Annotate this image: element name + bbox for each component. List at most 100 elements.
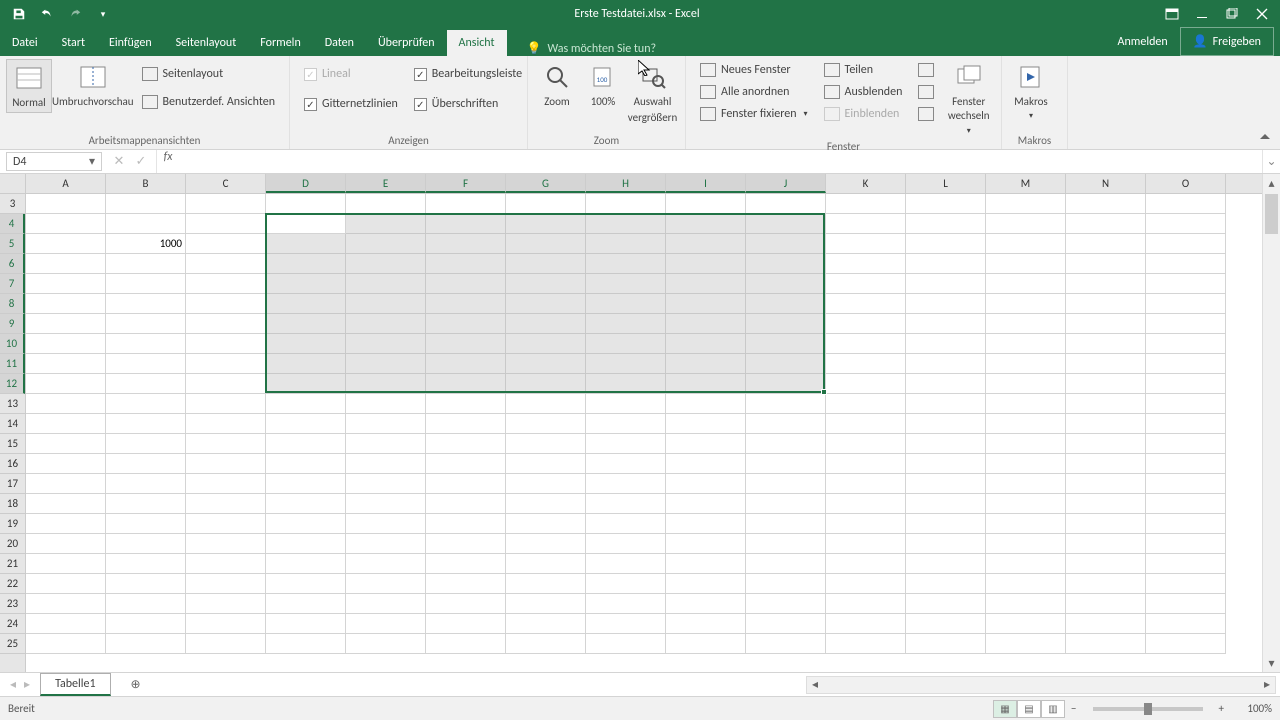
cell-M5[interactable] xyxy=(986,234,1066,254)
cell-N12[interactable] xyxy=(1066,374,1146,394)
cell-B17[interactable] xyxy=(106,474,186,494)
cell-O11[interactable] xyxy=(1146,354,1226,374)
cell-G21[interactable] xyxy=(506,554,586,574)
cell-K23[interactable] xyxy=(826,594,906,614)
cell-H9[interactable] xyxy=(586,314,666,334)
cell-J21[interactable] xyxy=(746,554,826,574)
sheet-tab[interactable]: Tabelle1 xyxy=(40,673,111,696)
col-header-O[interactable]: O xyxy=(1146,174,1226,193)
cell-M14[interactable] xyxy=(986,414,1066,434)
cell-F12[interactable] xyxy=(426,374,506,394)
cell-J12[interactable] xyxy=(746,374,826,394)
cell-H12[interactable] xyxy=(586,374,666,394)
cell-E8[interactable] xyxy=(346,294,426,314)
cell-G16[interactable] xyxy=(506,454,586,474)
view-custom[interactable]: Benutzerdef. Ansichten xyxy=(138,93,280,111)
cell-A11[interactable] xyxy=(26,354,106,374)
cell-B4[interactable] xyxy=(106,214,186,234)
cell-O17[interactable] xyxy=(1146,474,1226,494)
cell-I24[interactable] xyxy=(666,614,746,634)
cell-I9[interactable] xyxy=(666,314,746,334)
cell-A22[interactable] xyxy=(26,574,106,594)
cell-L18[interactable] xyxy=(906,494,986,514)
cell-G17[interactable] xyxy=(506,474,586,494)
cell-G5[interactable] xyxy=(506,234,586,254)
cell-D13[interactable] xyxy=(266,394,346,414)
cell-A6[interactable] xyxy=(26,254,106,274)
cell-G14[interactable] xyxy=(506,414,586,434)
minimize-button[interactable] xyxy=(1188,3,1216,25)
cell-B6[interactable] xyxy=(106,254,186,274)
cell-J4[interactable] xyxy=(746,214,826,234)
cell-E11[interactable] xyxy=(346,354,426,374)
cell-H10[interactable] xyxy=(586,334,666,354)
cell-C19[interactable] xyxy=(186,514,266,534)
cell-H14[interactable] xyxy=(586,414,666,434)
row-header-21[interactable]: 21 xyxy=(0,554,25,574)
cell-O9[interactable] xyxy=(1146,314,1226,334)
cell-G12[interactable] xyxy=(506,374,586,394)
cell-I14[interactable] xyxy=(666,414,746,434)
cell-M9[interactable] xyxy=(986,314,1066,334)
cell-I10[interactable] xyxy=(666,334,746,354)
cell-E4[interactable] xyxy=(346,214,426,234)
cell-G13[interactable] xyxy=(506,394,586,414)
scroll-down[interactable]: ▾ xyxy=(1263,654,1280,672)
cell-O4[interactable] xyxy=(1146,214,1226,234)
zoom-selection[interactable]: Auswahl vergrößern xyxy=(626,59,679,127)
cell-E9[interactable] xyxy=(346,314,426,334)
row-header-23[interactable]: 23 xyxy=(0,594,25,614)
cell-F15[interactable] xyxy=(426,434,506,454)
cell-J13[interactable] xyxy=(746,394,826,414)
cell-K24[interactable] xyxy=(826,614,906,634)
cell-M21[interactable] xyxy=(986,554,1066,574)
cell-M4[interactable] xyxy=(986,214,1066,234)
cell-N4[interactable] xyxy=(1066,214,1146,234)
cell-B15[interactable] xyxy=(106,434,186,454)
cell-C9[interactable] xyxy=(186,314,266,334)
cell-F19[interactable] xyxy=(426,514,506,534)
cell-J6[interactable] xyxy=(746,254,826,274)
cell-O24[interactable] xyxy=(1146,614,1226,634)
cell-D9[interactable] xyxy=(266,314,346,334)
cell-K10[interactable] xyxy=(826,334,906,354)
cell-J15[interactable] xyxy=(746,434,826,454)
row-header-25[interactable]: 25 xyxy=(0,634,25,654)
cell-B11[interactable] xyxy=(106,354,186,374)
cell-F21[interactable] xyxy=(426,554,506,574)
cell-B21[interactable] xyxy=(106,554,186,574)
cell-D16[interactable] xyxy=(266,454,346,474)
cell-L8[interactable] xyxy=(906,294,986,314)
cell-O23[interactable] xyxy=(1146,594,1226,614)
cell-G9[interactable] xyxy=(506,314,586,334)
cell-J17[interactable] xyxy=(746,474,826,494)
cell-F6[interactable] xyxy=(426,254,506,274)
cell-A17[interactable] xyxy=(26,474,106,494)
cell-M13[interactable] xyxy=(986,394,1066,414)
chevron-down-icon[interactable]: ▾ xyxy=(85,155,99,168)
cell-H4[interactable] xyxy=(586,214,666,234)
cell-F17[interactable] xyxy=(426,474,506,494)
col-header-E[interactable]: E xyxy=(346,174,426,193)
cell-N18[interactable] xyxy=(1066,494,1146,514)
cell-B12[interactable] xyxy=(106,374,186,394)
col-header-C[interactable]: C xyxy=(186,174,266,193)
scroll-left[interactable]: ◂ xyxy=(807,677,823,692)
cell-E19[interactable] xyxy=(346,514,426,534)
cell-E23[interactable] xyxy=(346,594,426,614)
cell-A3[interactable] xyxy=(26,194,106,214)
cell-J8[interactable] xyxy=(746,294,826,314)
cell-K11[interactable] xyxy=(826,354,906,374)
cell-O5[interactable] xyxy=(1146,234,1226,254)
cell-L19[interactable] xyxy=(906,514,986,534)
cell-K14[interactable] xyxy=(826,414,906,434)
view-pagelayout-status[interactable]: ▤ xyxy=(1017,700,1041,718)
cell-O18[interactable] xyxy=(1146,494,1226,514)
cell-H13[interactable] xyxy=(586,394,666,414)
cell-L14[interactable] xyxy=(906,414,986,434)
cell-A19[interactable] xyxy=(26,514,106,534)
cell-M10[interactable] xyxy=(986,334,1066,354)
cell-L15[interactable] xyxy=(906,434,986,454)
cell-N6[interactable] xyxy=(1066,254,1146,274)
view-normal-status[interactable]: ▦ xyxy=(993,700,1017,718)
